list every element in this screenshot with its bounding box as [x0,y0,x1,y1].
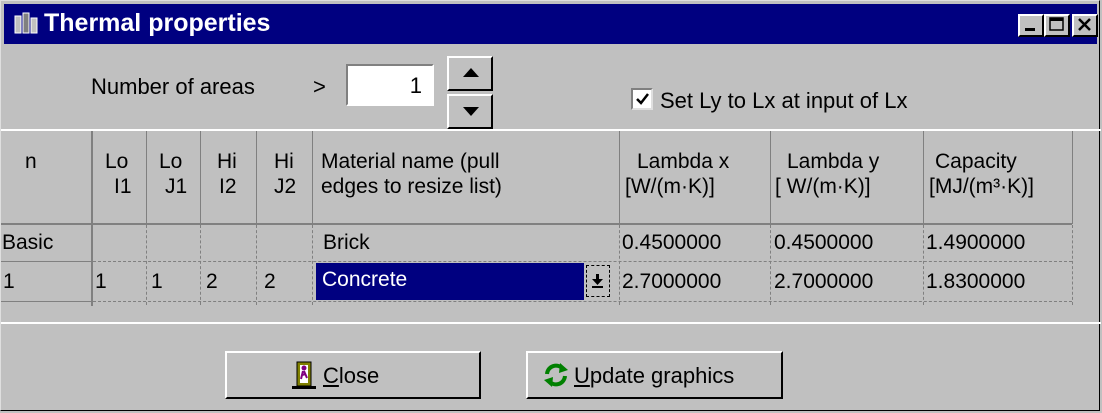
title-bar[interactable]: Thermal properties [4,4,1098,44]
column-separator [619,131,620,224]
row-basic-lambda-y[interactable]: 0.4500000 [774,230,873,255]
grid-dash [923,225,924,305]
grid-dash [93,261,1072,262]
header-hi-j2: Hi [274,150,294,173]
number-of-areas-arrow: > [313,74,326,99]
header-material-sub: edges to resize list) [321,175,502,198]
set-ly-label[interactable]: Set Ly to Lx at input of Lx [660,88,907,114]
row-1-lo-j1[interactable]: 1 [151,269,163,294]
triangle-up-icon [463,68,479,77]
row-separator [1,261,91,262]
spin-up-button[interactable] [447,56,493,91]
row-basic-capacity[interactable]: 1.4900000 [926,230,1025,255]
update-graphics-label: Update graphics [574,363,735,388]
maximize-button[interactable] [1044,14,1070,37]
grid-dash [146,225,147,305]
column-separator [146,131,147,224]
header-separator [1,223,1072,225]
refresh-icon [544,363,568,387]
number-of-areas-label: Number of areas [91,74,255,99]
checkmark-icon [636,93,649,105]
row-1-lo-i1[interactable]: 1 [95,269,107,294]
number-of-areas-input[interactable]: 1 [346,64,434,106]
exit-door-icon [292,361,316,389]
header-lambda-y-sub: [ W/(m·K)] [775,175,871,198]
grid-dash [619,225,620,305]
close-icon [1078,18,1091,31]
spin-down-button[interactable] [447,94,493,129]
arrow-down-to-line-icon [592,274,603,288]
column-separator [91,131,93,306]
grid-dash [93,301,1072,302]
header-n: n [25,150,37,173]
header-capacity-sub: [MJ/(m³·K)] [929,175,1034,198]
column-separator [923,131,924,224]
row-separator [1,301,91,302]
row-basic-n[interactable]: Basic [2,230,53,255]
row-1-lambda-x[interactable]: 2.7000000 [622,269,721,294]
triangle-down-icon [463,107,479,116]
header-capacity: Capacity [935,150,1017,173]
column-separator [200,131,201,224]
header-hi-j2-sub: J2 [274,175,297,198]
material-dropdown-button[interactable] [586,265,610,297]
window-title: Thermal properties [44,9,271,37]
row-1-capacity[interactable]: 1.8300000 [926,269,1025,294]
row-1-hi-j2[interactable]: 2 [264,269,276,294]
row-1-n[interactable]: 1 [3,269,15,294]
header-hi-i2: Hi [217,150,237,173]
header-lambda-x-sub: [W/(m·K)] [625,175,715,198]
header-lambda-y: Lambda y [787,150,880,173]
column-separator [256,131,257,224]
header-lo-j1: Lo [159,150,183,173]
close-window-button[interactable] [1072,14,1098,37]
column-separator [312,131,313,224]
row-1-lambda-y[interactable]: 2.7000000 [774,269,873,294]
close-button[interactable]: Close [225,351,481,399]
column-separator [770,131,771,224]
set-ly-checkbox[interactable] [631,88,653,110]
row-1-material-cell[interactable]: Concrete [316,263,584,300]
maximize-icon [1049,17,1064,31]
minimize-button[interactable] [1018,14,1044,37]
grid-dash [770,225,771,305]
header-lambda-x: Lambda x [637,150,730,173]
update-graphics-button[interactable]: Update graphics [526,351,783,399]
header-lo-i1-sub: I1 [114,175,132,198]
header-hi-i2-sub: I2 [219,175,237,198]
header-lo-j1-sub: J1 [165,175,188,198]
row-1-material: Concrete [322,268,408,291]
app-icon [14,12,38,36]
header-lo-i1: Lo [105,150,129,173]
grid-dash [256,225,257,305]
row-basic-material[interactable]: Brick [323,230,370,255]
column-separator [1072,131,1073,224]
thermal-properties-window: Thermal properties Number of areas > 1 S… [0,0,1101,411]
header-material: Material name (pull [321,150,500,173]
close-button-label: Close [323,363,380,388]
minimize-icon [1025,28,1035,31]
grid-dash [200,225,201,305]
grid-dash [1072,225,1073,305]
row-1-hi-i2[interactable]: 2 [206,269,218,294]
grid-dash [312,225,313,305]
row-basic-lambda-x[interactable]: 0.4500000 [622,230,721,255]
